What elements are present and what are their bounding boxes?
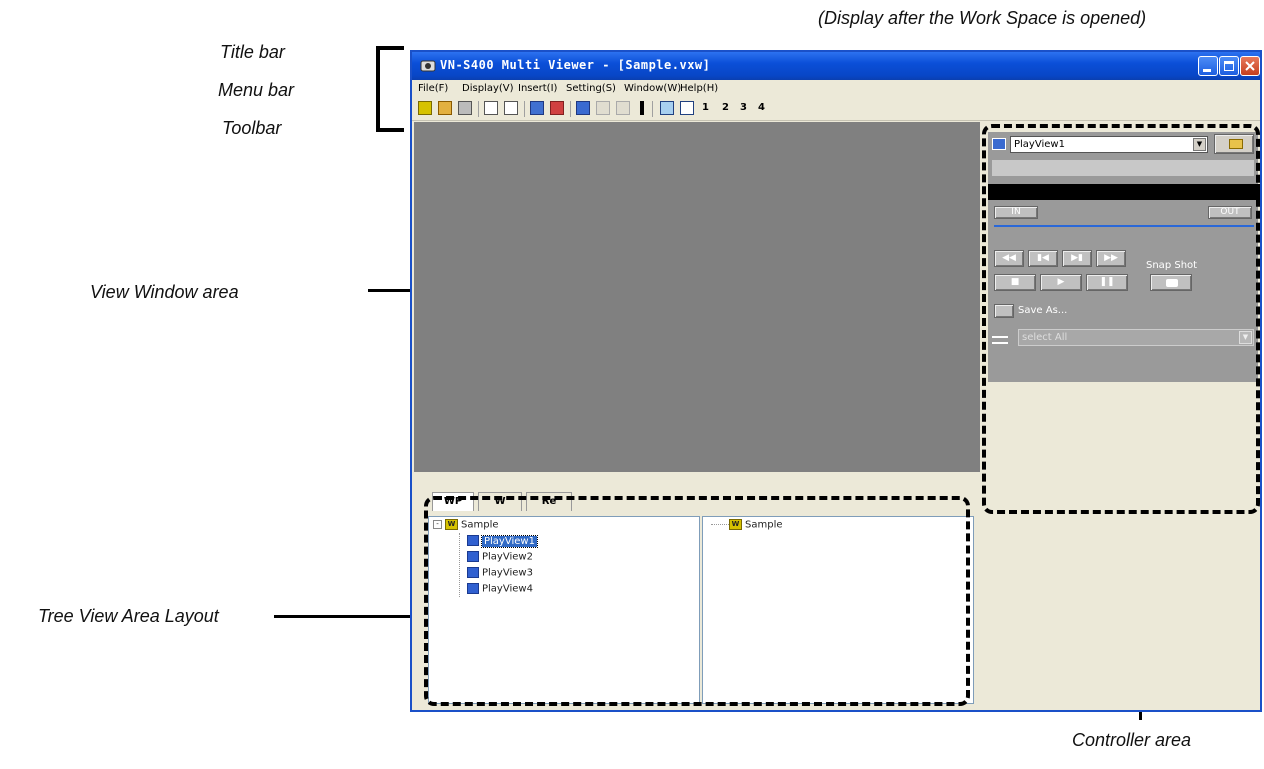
minimize-icon	[1203, 69, 1211, 72]
new-workspace-icon[interactable]	[418, 101, 432, 115]
bracket-bottom	[376, 128, 404, 132]
toolbar-number-4[interactable]: 4	[758, 102, 765, 113]
caption: (Display after the Work Space is opened)	[818, 8, 1147, 28]
playview-icon[interactable]	[576, 101, 590, 115]
bracket-vertical	[376, 46, 380, 132]
cursor-icon[interactable]	[640, 101, 644, 115]
menu-insert[interactable]: Insert(I)	[518, 83, 557, 94]
close-button[interactable]	[1240, 56, 1260, 76]
close-icon	[1245, 61, 1255, 71]
app-icon	[420, 60, 436, 72]
window-title: VN-S400 Multi Viewer - [Sample.vxw]	[440, 58, 711, 72]
layout-icon[interactable]	[484, 101, 498, 115]
leader-tree-view	[274, 615, 428, 618]
annotation-title-bar: Title bar	[220, 42, 285, 62]
list-icon[interactable]	[504, 101, 518, 115]
window-frame-icon[interactable]	[680, 101, 694, 115]
tree-view-area-outline	[424, 496, 970, 706]
annotation-tree-view: Tree View Area Layout	[38, 606, 219, 626]
view-window-area[interactable]	[414, 122, 980, 472]
single-window-icon[interactable]	[660, 101, 674, 115]
toolbar-separator	[524, 101, 525, 117]
menu-bar: File(F) Display(V) Insert(I) Setting(S) …	[412, 80, 1260, 98]
menu-file[interactable]: File(F)	[418, 83, 448, 94]
annotation-controller: Controller area	[1072, 730, 1192, 750]
maximize-button[interactable]	[1219, 56, 1239, 76]
disabled-tool-icon[interactable]	[596, 101, 610, 115]
toolbar-separator	[478, 101, 479, 117]
find-icon[interactable]	[458, 101, 472, 115]
menu-help[interactable]: Help(H)	[680, 83, 718, 94]
view-icon[interactable]	[530, 101, 544, 115]
toolbar-number-3[interactable]: 3	[740, 102, 747, 113]
title-bar[interactable]: VN-S400 Multi Viewer - [Sample.vxw]	[412, 52, 1260, 80]
annotation-menu-bar: Menu bar	[218, 80, 295, 100]
menu-setting[interactable]: Setting(S)	[566, 83, 616, 94]
toolbar: 1 2 3 4	[412, 98, 1260, 121]
maximize-icon	[1224, 61, 1234, 71]
open-icon[interactable]	[438, 101, 452, 115]
toolbar-separator	[570, 101, 571, 117]
export-icon[interactable]	[550, 101, 564, 115]
menu-window[interactable]: Window(W)	[624, 83, 681, 94]
minimize-button[interactable]	[1198, 56, 1218, 76]
menu-display[interactable]: Display(V)	[462, 83, 514, 94]
toolbar-number-2[interactable]: 2	[722, 102, 729, 113]
disabled-tool-icon[interactable]	[616, 101, 630, 115]
annotation-toolbar: Toolbar	[222, 118, 282, 138]
annotation-view-window: View Window area	[90, 282, 239, 302]
toolbar-number-1[interactable]: 1	[702, 102, 709, 113]
toolbar-separator	[652, 101, 653, 117]
bracket-top	[376, 46, 404, 50]
controller-area-outline	[982, 124, 1260, 514]
